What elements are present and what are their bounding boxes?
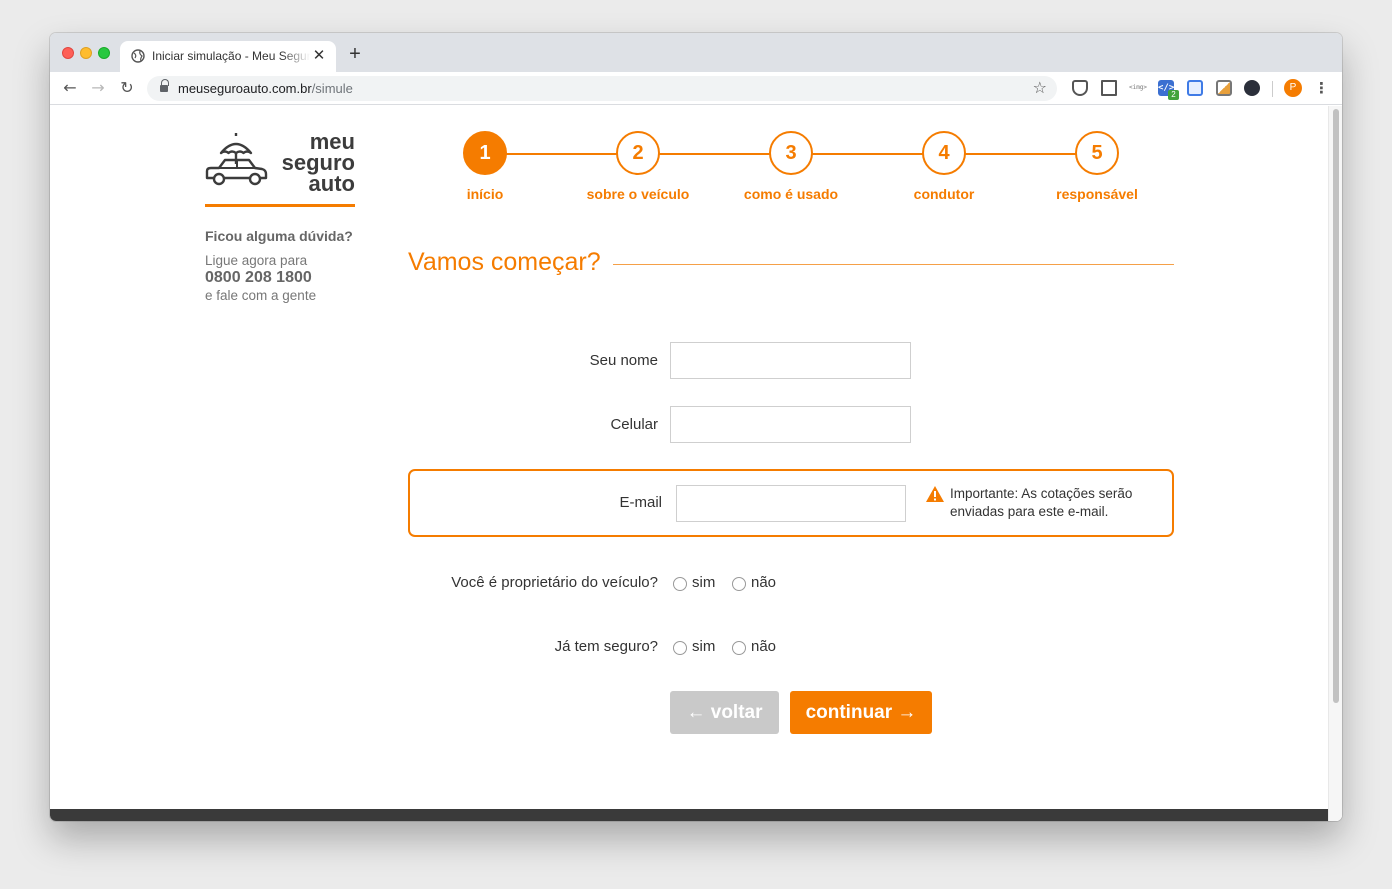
- step-label: condutor: [913, 186, 975, 202]
- bookmark-star-icon[interactable]: ☆: [1033, 78, 1047, 97]
- radio-button[interactable]: [673, 640, 687, 655]
- insured-question-label: Já tem seguro?: [554, 638, 658, 655]
- logo-underline: [205, 204, 355, 207]
- owner-yes-option[interactable]: sim: [673, 574, 715, 591]
- help-title: Ficou alguma dúvida?: [205, 228, 353, 244]
- phone-input[interactable]: [670, 406, 911, 443]
- profile-avatar[interactable]: P: [1284, 79, 1302, 97]
- name-label: Seu nome: [589, 352, 658, 369]
- screenshot-extension-icon[interactable]: [1101, 80, 1117, 96]
- help-contact: Ficou alguma dúvida? Ligue agora para 08…: [205, 228, 353, 303]
- name-row: Seu nome: [408, 342, 1174, 380]
- radio-label: sim: [692, 574, 716, 591]
- tab-close-icon[interactable]: ✕: [310, 47, 328, 65]
- windows-extension-icon[interactable]: [1216, 80, 1232, 96]
- page-viewport: meu seguro auto Ficou alguma dúvida? Lig…: [50, 106, 1342, 821]
- reader-extension-icon[interactable]: [1187, 80, 1203, 96]
- owner-question-label: Você é proprietário do veículo?: [451, 574, 658, 591]
- step-sobre-o-veiculo[interactable]: 2 sobre o veículo: [558, 131, 718, 202]
- step-number: 3: [769, 131, 813, 175]
- phone-label: Celular: [610, 416, 658, 433]
- step-como-e-usado[interactable]: 3 como é usado: [711, 131, 871, 202]
- lock-icon: [160, 79, 169, 92]
- address-bar[interactable]: meuseguroauto.com.br/simule ☆: [147, 76, 1057, 101]
- new-tab-button[interactable]: +: [344, 43, 366, 65]
- url-text: meuseguroauto.com.br/simule: [178, 81, 353, 96]
- globe-icon: [131, 49, 145, 63]
- email-label: E-mail: [619, 494, 662, 511]
- tab-title: Iniciar simulação - Meu Seguro Auto: [152, 49, 310, 63]
- progress-stepper: 1 início 2 sobre o veículo 3 como é usad…: [440, 131, 1180, 211]
- kebab-menu-icon[interactable]: ⋮: [1314, 78, 1329, 98]
- step-label: início: [466, 186, 504, 202]
- step-number: 1: [463, 131, 507, 175]
- back-arrow-icon[interactable]: ←: [60, 78, 80, 98]
- continue-button[interactable]: continuar →: [790, 691, 932, 734]
- warning-icon: [926, 486, 944, 502]
- help-talk-text: e fale com a gente: [205, 288, 317, 303]
- insured-yes-option[interactable]: sim: [673, 638, 715, 655]
- pocket-extension-icon[interactable]: [1072, 80, 1088, 96]
- back-button[interactable]: ← voltar: [670, 691, 779, 734]
- step-number: 5: [1075, 131, 1119, 175]
- url-domain: meuseguroauto.com.br: [178, 81, 312, 96]
- logo-line-1: meu: [309, 129, 355, 154]
- tab-bar: Iniciar simulação - Meu Seguro Auto ✕ +: [50, 33, 1342, 72]
- reload-icon[interactable]: ↻: [117, 78, 137, 98]
- insured-no-option[interactable]: não: [732, 638, 776, 655]
- step-label: sobre o veículo: [586, 186, 690, 202]
- toolbar-divider: [1272, 81, 1273, 97]
- car-umbrella-icon: [205, 133, 268, 186]
- phone-row: Celular: [408, 406, 1174, 444]
- step-condutor[interactable]: 4 condutor: [864, 131, 1024, 202]
- email-highlight-box: E-mail Importante: As cotações serão env…: [408, 469, 1174, 537]
- help-call-text: Ligue agora para: [205, 253, 308, 268]
- step-inicio[interactable]: 1 início: [405, 131, 565, 202]
- browser-tab[interactable]: Iniciar simulação - Meu Seguro Auto ✕: [120, 41, 336, 72]
- email-warning-text: Importante: As cotações serão enviadas p…: [950, 486, 1133, 519]
- owner-no-option[interactable]: não: [732, 574, 776, 591]
- radio-label: sim: [692, 638, 716, 655]
- image-extension-icon[interactable]: <img>: [1128, 80, 1148, 96]
- step-label: responsável: [1056, 186, 1138, 202]
- scrollbar-thumb[interactable]: [1333, 109, 1339, 703]
- logo-wordmark: meu seguro auto: [281, 129, 355, 196]
- radio-button[interactable]: [732, 640, 746, 655]
- step-responsavel[interactable]: 5 responsável: [1017, 131, 1177, 202]
- radio-button[interactable]: [732, 576, 746, 591]
- site-logo[interactable]: meu seguro auto: [205, 131, 355, 201]
- step-label: como é usado: [743, 186, 839, 202]
- browser-toolbar: ← → ↻ meuseguroauto.com.br/simule ☆ <img…: [50, 72, 1342, 105]
- step-number: 2: [616, 131, 660, 175]
- insured-question-row: Já tem seguro? sim não: [408, 635, 1174, 659]
- section-header: Vamos começar?: [408, 248, 1174, 277]
- window-maximize-button[interactable]: [98, 47, 110, 59]
- radio-button[interactable]: [673, 576, 687, 591]
- browser-window: Iniciar simulação - Meu Seguro Auto ✕ + …: [50, 33, 1342, 821]
- owner-question-row: Você é proprietário do veículo? sim não: [408, 571, 1174, 595]
- name-input[interactable]: [670, 342, 911, 379]
- forward-arrow-icon[interactable]: →: [88, 78, 108, 98]
- help-phone-number[interactable]: 0800 208 1800: [205, 269, 353, 287]
- email-input[interactable]: [676, 485, 906, 522]
- page-footer: [50, 809, 1328, 821]
- dark-extension-icon[interactable]: [1244, 80, 1260, 96]
- radio-label: não: [751, 574, 777, 591]
- url-path: /simule: [311, 81, 353, 96]
- logo-line-3: auto: [308, 171, 355, 196]
- radio-label: não: [751, 638, 777, 655]
- page-title: Vamos começar?: [408, 248, 601, 276]
- step-number: 4: [922, 131, 966, 175]
- page-scrollbar[interactable]: [1328, 106, 1342, 821]
- extension-badge: 2: [1168, 90, 1179, 100]
- window-minimize-button[interactable]: [80, 47, 92, 59]
- window-close-button[interactable]: [62, 47, 74, 59]
- logo-line-2: seguro: [281, 150, 355, 175]
- section-divider: [612, 264, 1174, 265]
